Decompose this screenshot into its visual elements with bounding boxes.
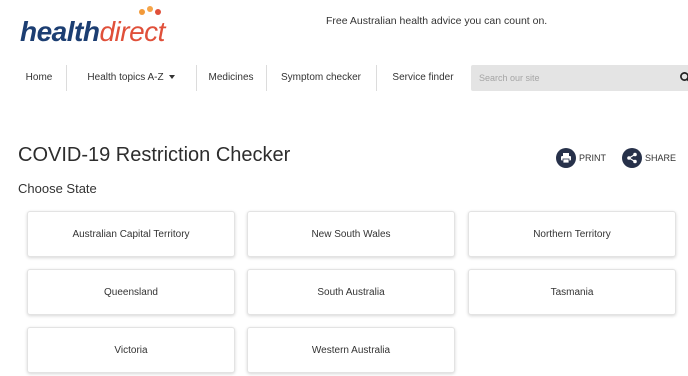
nav-item-health-topics[interactable]: Health topics A-Z bbox=[68, 62, 194, 94]
main-nav: Home Health topics A-Z Medicines Symptom… bbox=[10, 62, 688, 94]
state-button-sa[interactable]: South Australia bbox=[247, 269, 455, 315]
search-box bbox=[471, 65, 688, 91]
state-button-label: Western Australia bbox=[311, 344, 391, 356]
share-button[interactable]: SHARE bbox=[622, 148, 676, 168]
choose-state-heading: Choose State bbox=[18, 181, 97, 196]
state-button-label: Australian Capital Territory bbox=[72, 228, 190, 240]
nav-divider bbox=[266, 65, 267, 91]
share-icon bbox=[622, 148, 642, 168]
state-button-label: Tasmania bbox=[550, 286, 594, 298]
nav-divider bbox=[66, 65, 67, 91]
state-button-label: Queensland bbox=[104, 286, 158, 298]
logo-dot-icon bbox=[139, 9, 145, 15]
state-button-act[interactable]: Australian Capital Territory bbox=[27, 211, 235, 257]
state-button-qld[interactable]: Queensland bbox=[27, 269, 235, 315]
print-label: PRINT bbox=[579, 153, 606, 163]
nav-divider bbox=[196, 65, 197, 91]
state-button-vic[interactable]: Victoria bbox=[27, 327, 235, 373]
print-button[interactable]: PRINT bbox=[556, 148, 606, 168]
tagline: Free Australian health advice you can co… bbox=[326, 15, 548, 27]
nav-divider bbox=[376, 65, 377, 91]
search-icon[interactable] bbox=[679, 71, 688, 85]
state-button-tas[interactable]: Tasmania bbox=[468, 269, 676, 315]
state-button-nt[interactable]: Northern Territory bbox=[468, 211, 676, 257]
nav-item-label: Symptom checker bbox=[280, 72, 362, 83]
share-label: SHARE bbox=[645, 153, 677, 163]
state-button-label: Northern Territory bbox=[533, 228, 611, 240]
logo-dot-icon bbox=[147, 6, 153, 12]
nav-item-service-finder[interactable]: Service finder bbox=[378, 62, 468, 94]
logo-text-health: health bbox=[20, 16, 100, 47]
nav-item-medicines[interactable]: Medicines bbox=[198, 62, 264, 94]
page-title: COVID-19 Restriction Checker bbox=[18, 144, 291, 166]
nav-item-label: Health topics A-Z bbox=[87, 72, 164, 83]
nav-item-label: Medicines bbox=[208, 72, 254, 83]
logo-dot-icon bbox=[155, 9, 161, 15]
state-button-label: South Australia bbox=[317, 286, 385, 298]
nav-item-label: Home bbox=[25, 72, 53, 83]
print-icon bbox=[556, 148, 576, 168]
nav-item-symptom-checker[interactable]: Symptom checker bbox=[268, 62, 374, 94]
chevron-down-icon bbox=[168, 75, 175, 80]
state-button-label: Victoria bbox=[114, 344, 148, 356]
state-button-nsw[interactable]: New South Wales bbox=[247, 211, 455, 257]
logo-text-direct: direct bbox=[99, 16, 165, 47]
healthdirect-logo[interactable]: healthdirect bbox=[20, 6, 165, 49]
nav-item-home[interactable]: Home bbox=[14, 62, 64, 94]
state-button-label: New South Wales bbox=[311, 228, 391, 240]
state-button-wa[interactable]: Western Australia bbox=[247, 327, 455, 373]
search-input[interactable] bbox=[471, 65, 677, 91]
nav-item-label: Service finder bbox=[392, 72, 454, 83]
